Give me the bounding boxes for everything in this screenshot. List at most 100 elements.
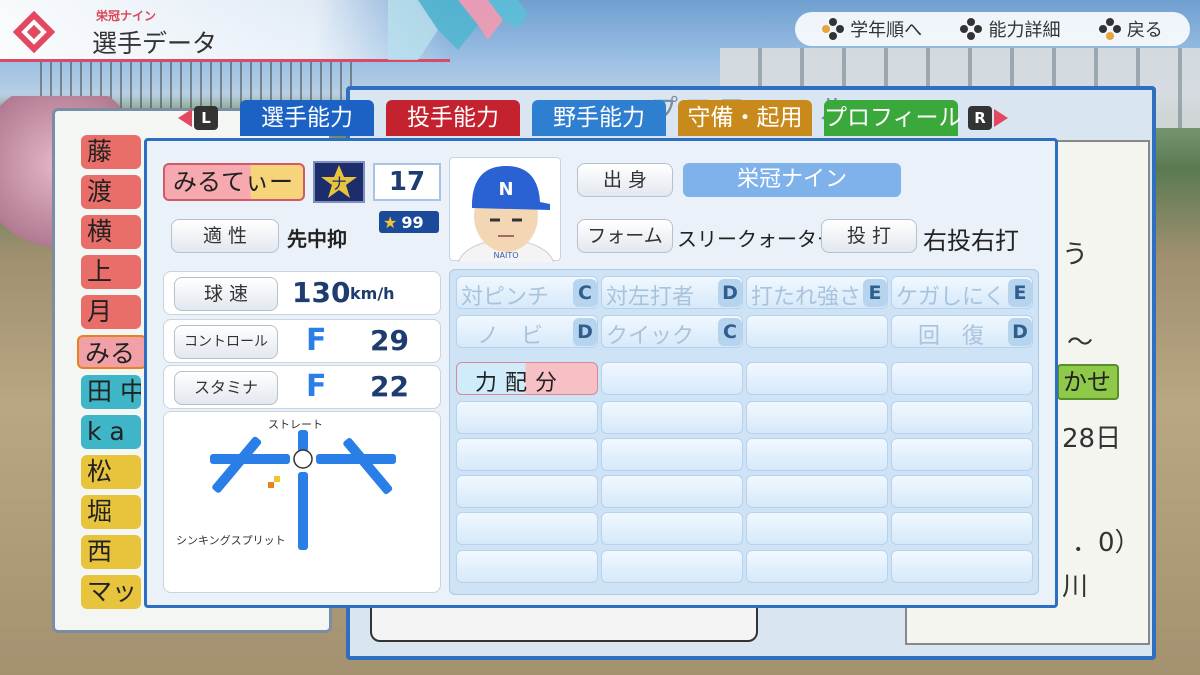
control-label: コントロール bbox=[174, 325, 278, 359]
page-title: 選手データ bbox=[92, 29, 218, 58]
ability-grade: D bbox=[1008, 318, 1032, 346]
ability-cell[interactable]: ケガしにくさ E bbox=[891, 276, 1033, 310]
roster-item[interactable]: 堀 bbox=[81, 495, 141, 529]
empty-ability-slot bbox=[601, 362, 743, 395]
dpad-icon bbox=[1098, 18, 1121, 40]
roster-item-name: 松 bbox=[87, 457, 113, 486]
empty-ability-slot bbox=[891, 512, 1033, 545]
sort-by-grade-button[interactable]: 学年順へ bbox=[822, 16, 922, 42]
origin-value: 栄冠ナイン bbox=[683, 163, 901, 197]
ability-detail-label: 能力詳細 bbox=[988, 20, 1061, 41]
roster-item-name: 西 bbox=[87, 537, 113, 566]
tab-label: 守備・起用 bbox=[687, 105, 803, 131]
tab-pitcher-ability[interactable]: 投手能力 bbox=[386, 100, 520, 136]
empty-ability-slot bbox=[456, 512, 598, 545]
roster-item[interactable]: 渡 bbox=[81, 175, 141, 209]
ability-cell[interactable] bbox=[746, 315, 888, 348]
roster-item[interactable]: マッ bbox=[81, 575, 141, 609]
empty-ability-slot bbox=[456, 438, 598, 471]
empty-ability-slot bbox=[891, 401, 1033, 434]
control-stat: コントロール F 29 bbox=[163, 319, 441, 363]
ability-label: 対左打者 bbox=[606, 285, 695, 310]
tab-defense-usage[interactable]: 守備・起用 bbox=[678, 100, 812, 136]
empty-ability-slot bbox=[746, 550, 888, 583]
back-button[interactable]: 戻る bbox=[1098, 16, 1163, 42]
note-line: ．0） bbox=[1072, 528, 1141, 558]
cap-letter: N bbox=[498, 179, 513, 200]
ability-cell[interactable]: 対左打者 D bbox=[601, 276, 743, 310]
speed-label: 球 速 bbox=[174, 277, 278, 311]
empty-ability-slot bbox=[456, 550, 598, 583]
header-team-name: 栄冠ナイン bbox=[96, 9, 157, 23]
tab-profile[interactable]: プロフィール bbox=[824, 100, 962, 136]
tab-prev-button[interactable]: L bbox=[178, 106, 218, 130]
roster-item[interactable]: 藤 bbox=[81, 135, 141, 169]
roster-item[interactable]: 松 bbox=[81, 455, 141, 489]
empty-ability-slot bbox=[456, 401, 598, 434]
ability-cell[interactable]: 打たれ強さ E bbox=[746, 276, 888, 310]
ability-grade: D bbox=[573, 318, 597, 346]
note-line: 28日 bbox=[1062, 424, 1122, 454]
player-avatar-icon: N NAITO bbox=[457, 166, 555, 293]
roster-item-selected[interactable]: みる bbox=[77, 335, 147, 369]
empty-ability-slot bbox=[746, 438, 888, 471]
empty-ability-slot bbox=[601, 401, 743, 434]
game-logo-icon bbox=[12, 10, 56, 54]
roster-item-name: 田 中 bbox=[87, 377, 141, 406]
empty-ability-slot bbox=[601, 512, 743, 545]
tab-player-ability[interactable]: 選手能力 bbox=[240, 100, 374, 136]
roster-item[interactable]: 横 bbox=[81, 215, 141, 249]
special-ability-label: 力配分 bbox=[475, 371, 566, 396]
top-button-bar: 学年順へ 能力詳細 戻る bbox=[795, 12, 1190, 46]
empty-ability-slot bbox=[601, 550, 743, 583]
special-ability-power-distribution[interactable]: 力配分 bbox=[456, 362, 598, 396]
header-decoration bbox=[388, 0, 528, 60]
tab-label: 野手能力 bbox=[553, 105, 645, 131]
ability-label: クイック bbox=[606, 324, 695, 349]
pitch-chart: ストレート シンキングスプリット bbox=[163, 411, 441, 593]
empty-ability-slot bbox=[601, 438, 743, 471]
roster-item-name: k a bbox=[87, 417, 125, 446]
form-label: フォーム bbox=[577, 219, 673, 253]
ability-detail-button[interactable]: 能力詳細 bbox=[960, 16, 1060, 42]
empty-ability-slot bbox=[456, 475, 598, 508]
tab-label: 選手能力 bbox=[261, 105, 353, 131]
ability-cell[interactable]: クイック C bbox=[601, 315, 743, 349]
control-grade: F bbox=[306, 323, 327, 358]
empty-ability-slot bbox=[746, 512, 888, 545]
arrow-left-icon bbox=[178, 109, 192, 127]
roster-item[interactable]: 西 bbox=[81, 535, 141, 569]
roster-item[interactable]: 上 bbox=[81, 255, 141, 289]
overall-rating-value: 99 bbox=[401, 212, 424, 232]
roster-item-name: 渡 bbox=[87, 177, 113, 206]
jersey-text: NAITO bbox=[494, 251, 519, 260]
roster-item-name: 上 bbox=[87, 257, 113, 286]
tab-fielder-ability[interactable]: 野手能力 bbox=[532, 100, 666, 136]
note-button[interactable]: かせ bbox=[1057, 364, 1119, 400]
ability-grade: E bbox=[1008, 279, 1032, 307]
roster-item-name: マッ bbox=[87, 577, 138, 606]
arrow-right-icon bbox=[994, 109, 1008, 127]
empty-ability-slot bbox=[601, 475, 743, 508]
empty-ability-slot bbox=[746, 362, 888, 395]
aptitude-value: 先中抑 bbox=[287, 227, 347, 251]
roster-item-name: 堀 bbox=[87, 497, 113, 526]
ability-grade: C bbox=[573, 279, 597, 307]
tab-next-button[interactable]: R bbox=[968, 106, 1008, 130]
empty-ability-slot bbox=[891, 438, 1033, 471]
school-badge: ナ bbox=[313, 161, 365, 203]
roster-item[interactable]: 田 中 bbox=[81, 375, 141, 409]
stamina-value: 22 bbox=[370, 370, 409, 403]
speed-stat: 球 速 130 km/h bbox=[163, 271, 441, 315]
empty-ability-slot bbox=[891, 362, 1033, 395]
uniform-number: 17 bbox=[373, 163, 441, 201]
note-line: う bbox=[1062, 240, 1089, 270]
ability-cell[interactable]: 回 復 D bbox=[891, 315, 1033, 349]
pitch-bottom-label: シンキングスプリット bbox=[176, 534, 286, 547]
ability-cell[interactable]: 対ピンチ C bbox=[456, 276, 598, 310]
ability-cell[interactable]: ノ ビ D bbox=[456, 315, 598, 349]
dpad-icon bbox=[822, 18, 845, 40]
roster-item[interactable]: k a bbox=[81, 415, 141, 449]
school-initial: ナ bbox=[331, 174, 347, 193]
roster-item[interactable]: 月 bbox=[81, 295, 141, 329]
